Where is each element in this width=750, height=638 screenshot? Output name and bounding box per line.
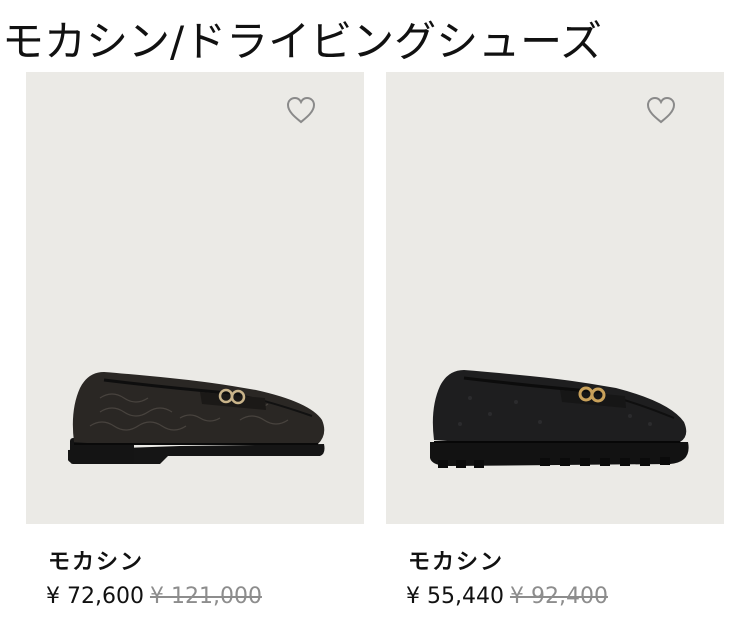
product-name[interactable]: モカシン: [408, 544, 504, 576]
product-card[interactable]: モカシン ¥ 72,600 ¥ 121,000: [26, 72, 364, 632]
product-info: モカシン ¥ 72,600 ¥ 121,000: [26, 524, 364, 632]
product-price-row: ¥ 72,600 ¥ 121,000: [46, 584, 262, 609]
sale-price: ¥ 55,440: [406, 584, 504, 609]
product-info: モカシン ¥ 55,440 ¥ 92,400: [386, 524, 724, 632]
page-title: モカシン/ドライビングシューズ: [2, 17, 603, 66]
product-image-container[interactable]: [26, 72, 364, 524]
page: モカシン/ドライビングシューズ モカシン ¥ 72,600 ¥ 121,000 …: [0, 0, 750, 638]
sale-price: ¥ 72,600: [46, 584, 144, 609]
original-price: ¥ 121,000: [149, 584, 262, 609]
heart-outline-icon[interactable]: [286, 96, 316, 124]
product-name[interactable]: モカシン: [48, 544, 144, 576]
product-card[interactable]: モカシン ¥ 55,440 ¥ 92,400: [386, 72, 724, 632]
product-grid: モカシン ¥ 72,600 ¥ 121,000 モカシン ¥ 55,440 ¥ …: [26, 72, 724, 632]
loafer-shoe-image: [68, 372, 325, 464]
loafer-shoe-image: [430, 370, 689, 468]
product-image-container[interactable]: [386, 72, 724, 524]
product-price-row: ¥ 55,440 ¥ 92,400: [406, 584, 608, 609]
original-price: ¥ 92,400: [509, 584, 608, 609]
heart-outline-icon[interactable]: [646, 96, 676, 124]
